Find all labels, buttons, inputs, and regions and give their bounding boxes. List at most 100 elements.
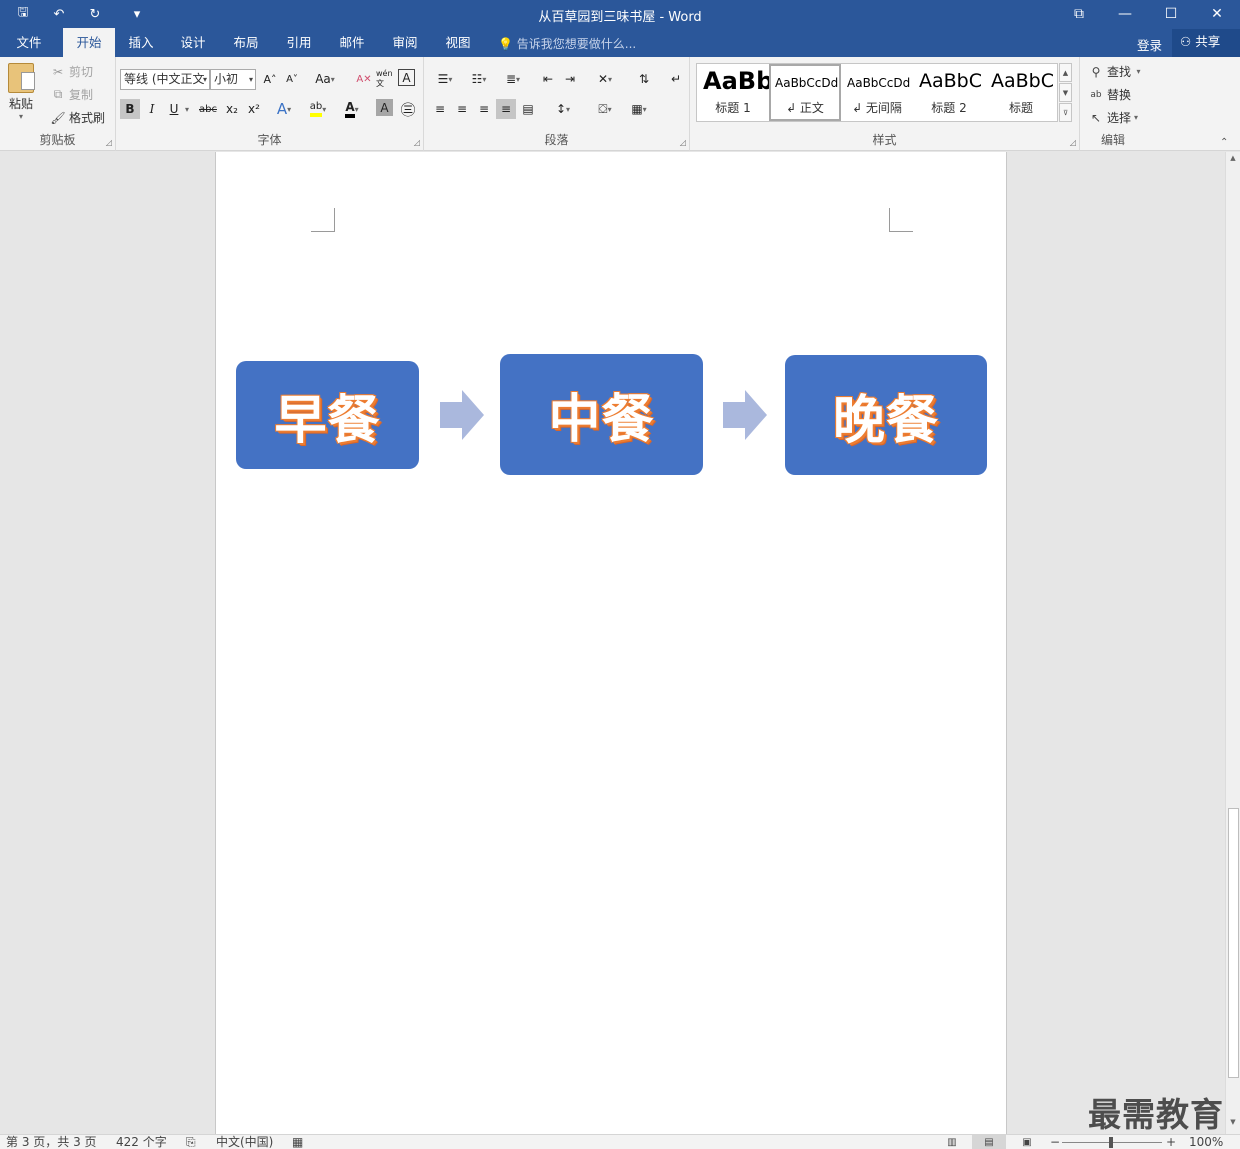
font-size-combo[interactable]: 小初 ▾ (210, 69, 256, 90)
font-name-combo[interactable]: 等线 (中文正文 ▾ (120, 69, 210, 90)
tab-design[interactable]: 设计 (170, 28, 216, 57)
tab-references[interactable]: 引用 (276, 28, 322, 57)
grow-font-button[interactable]: A˄ (260, 69, 280, 89)
read-mode-icon[interactable]: ▥ (935, 1135, 969, 1149)
change-case-button[interactable]: Aa ▾ (310, 69, 340, 89)
sort-button[interactable]: ⇅ (634, 69, 654, 89)
highlight-button[interactable]: ab ▾ (306, 99, 330, 119)
collapse-ribbon-icon[interactable]: ⌃ (1220, 137, 1228, 148)
bold-button[interactable]: B (120, 99, 140, 119)
word-count[interactable]: 422 个字 (116, 1135, 167, 1149)
style-name: ↲ 无间隔 (852, 101, 902, 115)
person-icon: ⚇ (1180, 34, 1192, 49)
paste-button[interactable]: 粘贴 ▾ (8, 63, 35, 121)
text-effects-button[interactable]: A ▾ (274, 99, 294, 119)
tab-file[interactable]: 文件 (6, 28, 52, 57)
styles-scroll-down-icon[interactable]: ▼ (1059, 83, 1072, 102)
multilevel-list-button[interactable]: ≣ ▾ (498, 69, 528, 89)
format-painter-button[interactable]: 🖌 格式刷 (50, 109, 105, 126)
login-link[interactable]: 登录 (1137, 35, 1162, 54)
minimize-button[interactable]: — (1102, 0, 1148, 28)
strikethrough-button[interactable]: abc (196, 99, 220, 119)
shading-button[interactable]: ⛋ ▾ (590, 99, 620, 119)
page-count[interactable]: 第 3 页，共 3 页 (6, 1135, 97, 1149)
dialog-launcher-icon[interactable]: ◿ (414, 138, 420, 147)
smartart-box-dinner[interactable]: 晚餐 (785, 355, 987, 475)
align-right-button[interactable]: ≡ (474, 99, 494, 119)
margin-corner-right (889, 208, 913, 232)
italic-button[interactable]: I (142, 99, 162, 119)
numbering-button[interactable]: ☷ ▾ (464, 69, 494, 89)
superscript-button[interactable]: x² (244, 99, 264, 119)
scroll-down-icon[interactable]: ▼ (1226, 1118, 1240, 1132)
smartart-box-lunch[interactable]: 中餐 (500, 354, 703, 475)
replace-button[interactable]: ab 替换 (1088, 86, 1131, 103)
tab-insert[interactable]: 插入 (118, 28, 164, 57)
copy-button[interactable]: ⧉ 复制 (50, 86, 93, 103)
phonetic-guide-button[interactable]: wén文 (376, 69, 396, 89)
tell-me-search[interactable]: 💡 告诉我您想要做什么... (498, 35, 636, 52)
character-border-button[interactable]: A (398, 69, 415, 86)
tell-me-placeholder: 告诉我您想要做什么... (516, 37, 637, 51)
close-button[interactable]: ✕ (1194, 0, 1240, 28)
dialog-launcher-icon[interactable]: ◿ (1070, 138, 1076, 147)
styles-more-icon[interactable]: ⊽ (1059, 103, 1072, 122)
styles-scroll-up-icon[interactable]: ▲ (1059, 63, 1072, 82)
distributed-button[interactable]: ▤ (518, 99, 538, 119)
justify-button[interactable]: ≡ (496, 99, 516, 119)
align-left-button[interactable]: ≡ (430, 99, 450, 119)
clear-formatting-button[interactable]: A✕ (354, 69, 374, 89)
character-shading-button[interactable]: A (376, 99, 393, 116)
vertical-scrollbar[interactable]: ▲ ▼ (1225, 152, 1240, 1134)
language[interactable]: 中文(中国) (216, 1135, 273, 1149)
underline-button[interactable]: U (164, 99, 184, 119)
share-button[interactable]: ⚇ 共享 (1172, 29, 1240, 57)
style-heading-2[interactable]: AaBbC 标题 2 (913, 64, 985, 121)
chinese-layout-button[interactable]: ✕ ▾ (590, 69, 620, 89)
font-color-button[interactable]: A ▾ (340, 99, 364, 119)
ribbon-display-options-icon[interactable]: ⧉ (1056, 0, 1102, 28)
style-heading-1[interactable]: AaBb 标题 1 (697, 64, 769, 121)
tab-mailings[interactable]: 邮件 (329, 28, 375, 57)
zoom-level[interactable]: 100% (1189, 1135, 1223, 1149)
zoom-in-button[interactable]: + (1166, 1135, 1176, 1149)
page[interactable]: 早餐 中餐 晚餐 (215, 152, 1007, 1134)
web-layout-icon[interactable]: ▣ (1010, 1135, 1044, 1149)
increase-indent-button[interactable]: ⇥ (560, 69, 580, 89)
underline-dropdown[interactable]: ▾ (182, 99, 192, 119)
dialog-launcher-icon[interactable]: ◿ (106, 138, 112, 147)
tab-home[interactable]: 开始 (63, 28, 115, 57)
align-center-button[interactable]: ≡ (452, 99, 472, 119)
smartart-box-breakfast[interactable]: 早餐 (236, 361, 419, 469)
show-marks-button[interactable]: ↵ (666, 69, 686, 89)
zoom-slider-thumb[interactable] (1109, 1137, 1113, 1148)
tab-review[interactable]: 审阅 (382, 28, 428, 57)
sort-icon: ⇅ (638, 72, 650, 86)
style-title[interactable]: AaBbC 标题 (985, 64, 1057, 121)
cut-button[interactable]: ✂ 剪切 (50, 63, 93, 80)
decrease-indent-button[interactable]: ⇤ (538, 69, 558, 89)
format-painter-label: 格式刷 (69, 111, 106, 125)
style-normal[interactable]: AaBbCcDd ↲ 正文 (769, 64, 841, 121)
line-spacing-button[interactable]: ↕ ▾ (548, 99, 578, 119)
style-no-spacing[interactable]: AaBbCcDd ↲ 无间隔 (841, 64, 913, 121)
subscript-button[interactable]: x₂ (222, 99, 242, 119)
shrink-font-button[interactable]: A˅ (282, 69, 302, 89)
borders-button[interactable]: ▦ ▾ (624, 99, 654, 119)
find-button[interactable]: ⚲ 查找 ▾ (1088, 63, 1141, 80)
proofing-icon[interactable]: ⎘ (186, 1135, 196, 1149)
scrollbar-thumb[interactable] (1228, 808, 1239, 1078)
bullets-button[interactable]: ☰ ▾ (430, 69, 460, 89)
tab-view[interactable]: 视图 (435, 28, 481, 57)
superscript-icon: x² (248, 102, 260, 116)
dialog-launcher-icon[interactable]: ◿ (680, 138, 686, 147)
enclose-characters-button[interactable]: ㊂ (398, 99, 418, 119)
tab-layout[interactable]: 布局 (223, 28, 269, 57)
multilevel-list-icon: ≣ (505, 72, 517, 86)
scroll-up-icon[interactable]: ▲ (1226, 154, 1240, 168)
print-layout-icon[interactable]: ▤ (972, 1135, 1006, 1149)
select-button[interactable]: ↖ 选择 ▾ (1088, 109, 1138, 126)
macro-icon[interactable]: ▦ (292, 1135, 303, 1149)
zoom-out-button[interactable]: − (1050, 1135, 1060, 1149)
maximize-button[interactable]: ☐ (1148, 0, 1194, 28)
